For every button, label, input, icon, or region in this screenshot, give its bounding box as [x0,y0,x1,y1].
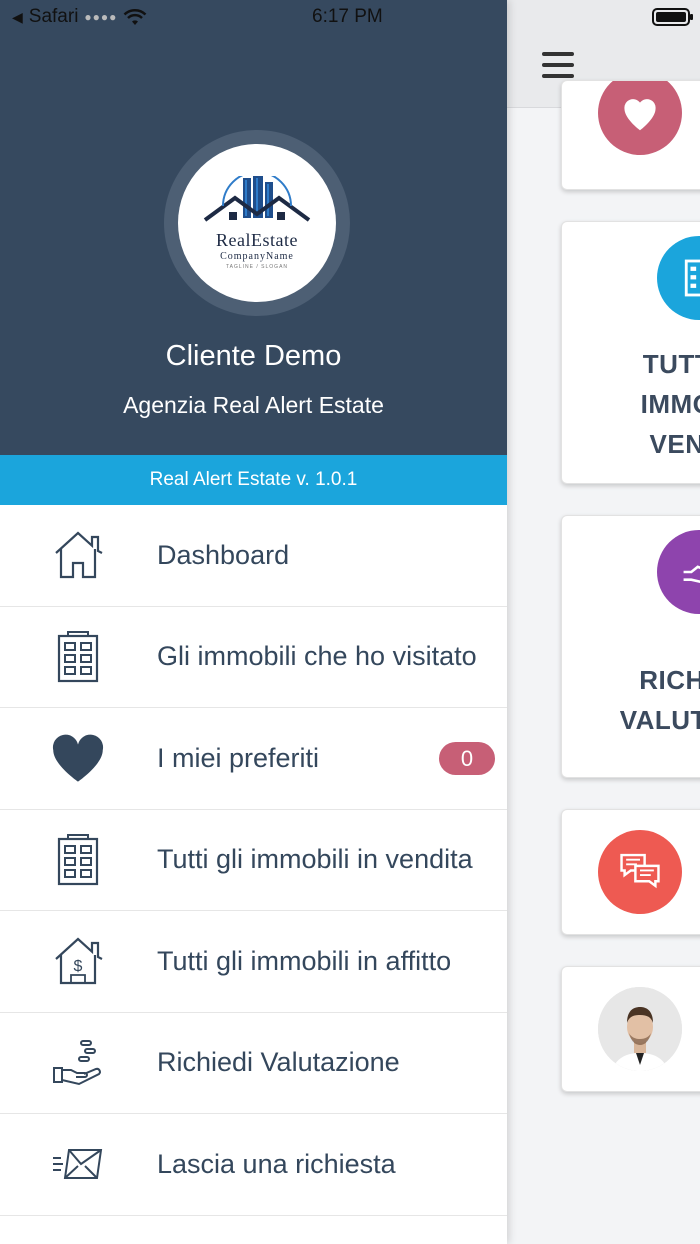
hand-coins-icon [50,1035,106,1091]
home-icon [50,527,106,583]
version-bar: Real Alert Estate v. 1.0.1 [0,455,507,505]
dashboard-card-favorites[interactable] [561,80,700,190]
menu-item-valuation[interactable]: Richiedi Valutazione [0,1013,507,1114]
building-icon [50,832,106,888]
dashboard-card-valuation[interactable]: RICH VALUTA [561,515,700,778]
side-drawer: RealEstate CompanyName TAGLINE / SLOGAN … [0,0,507,1244]
user-name: Cliente Demo [165,340,342,372]
menu-item-sale[interactable]: Tutti gli immobili in vendita [0,810,507,911]
menu-label: Tutti gli immobili in vendita [157,844,473,875]
main-panel: TUTT IMMO VEN RICH VALUTA [507,0,700,1244]
hand-icon [657,530,700,614]
menu-item-dashboard[interactable]: Dashboard [0,505,507,607]
svg-text:$: $ [74,958,83,975]
building-icon [50,629,106,685]
menu-label: Richiedi Valutazione [157,1047,400,1078]
favorites-count-badge: 0 [439,741,495,775]
menu-label: Gli immobili che ho visitato [157,641,477,672]
menu-label: I miei preferiti [157,742,320,773]
logo-company: CompanyName [220,251,294,262]
menu-label: Tutti gli immobili in affitto [157,945,452,976]
menu-item-rent[interactable]: $ Tutti gli immobili in affitto [0,911,507,1013]
dashboard-card-sale[interactable]: TUTT IMMO VEN [561,221,700,484]
drawer-header: RealEstate CompanyName TAGLINE / SLOGAN … [0,0,507,455]
building-icon [657,236,700,320]
card-valuation-text: RICH VALUTA [619,665,700,735]
menu-label: Lascia una richiesta [157,1148,396,1179]
heart-icon [598,81,682,155]
logo-tagline: TAGLINE / SLOGAN [225,264,289,270]
company-logo-ring: RealEstate CompanyName TAGLINE / SLOGAN [164,130,350,316]
menu-item-favorites[interactable]: I miei preferiti 0 [0,708,507,810]
house-dollar-icon: $ [50,933,106,989]
chat-icon [598,830,682,914]
menu-item-request[interactable]: Lascia una richiesta [0,1114,507,1216]
dashboard-card-agent[interactable] [561,966,700,1092]
heart-icon [50,730,106,786]
card-sale-text: TUTT IMMO VEN [640,349,700,459]
agency-name: Agenzia Real Alert Estate [123,392,384,418]
agent-avatar [598,987,682,1071]
dashboard-card-messages[interactable] [561,809,700,935]
logo-buildings-icon [203,176,311,222]
menu-item-visited[interactable]: Gli immobili che ho visitato [0,607,507,708]
logo-title: RealEstate [216,230,298,250]
hamburger-menu-icon[interactable] [542,52,574,82]
menu-label: Dashboard [157,539,290,570]
drawer-menu: Dashboard Gli immobili che ho visitato I… [0,505,507,1216]
company-logo: RealEstate CompanyName TAGLINE / SLOGAN [178,144,336,302]
mail-icon [50,1136,106,1192]
